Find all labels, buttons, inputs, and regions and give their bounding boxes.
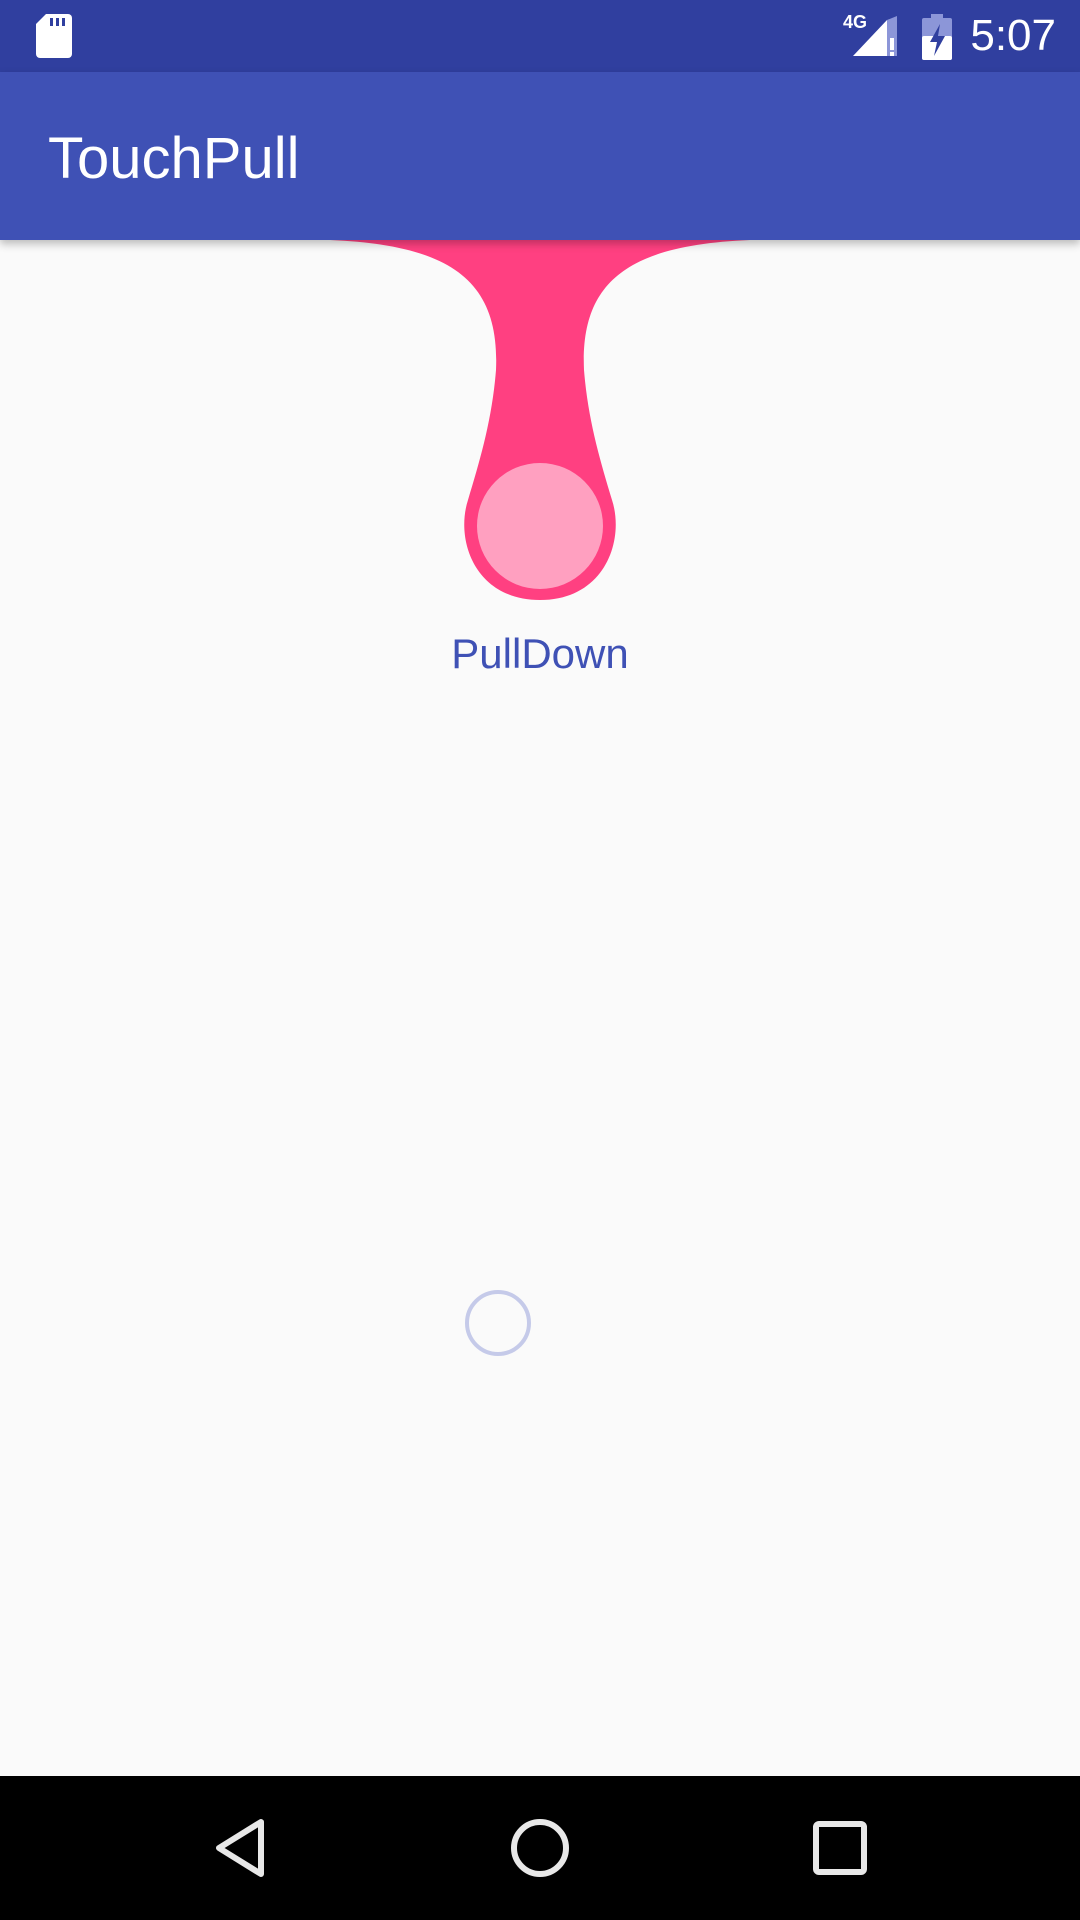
loading-spinner-icon: [465, 1290, 531, 1356]
pull-ball: [477, 463, 603, 589]
pull-down-label: PullDown: [451, 630, 629, 677]
network-type-label: 4G: [843, 12, 867, 32]
pull-drop[interactable]: [0, 240, 1080, 620]
status-bar: 4G 5:07: [0, 0, 1080, 72]
recents-icon[interactable]: [804, 1812, 876, 1884]
signal-icon: 4G: [843, 12, 897, 56]
app-title: TouchPull: [48, 126, 300, 191]
app-bar: TouchPull: [0, 72, 1080, 240]
status-clock: 5:07: [970, 11, 1056, 60]
battery-charging-icon: [922, 14, 952, 60]
content-area[interactable]: PullDown: [0, 240, 1080, 1776]
sd-card-icon: [36, 14, 72, 58]
back-icon[interactable]: [205, 1812, 277, 1884]
home-icon[interactable]: [504, 1812, 576, 1884]
navigation-bar: [0, 1776, 1080, 1920]
